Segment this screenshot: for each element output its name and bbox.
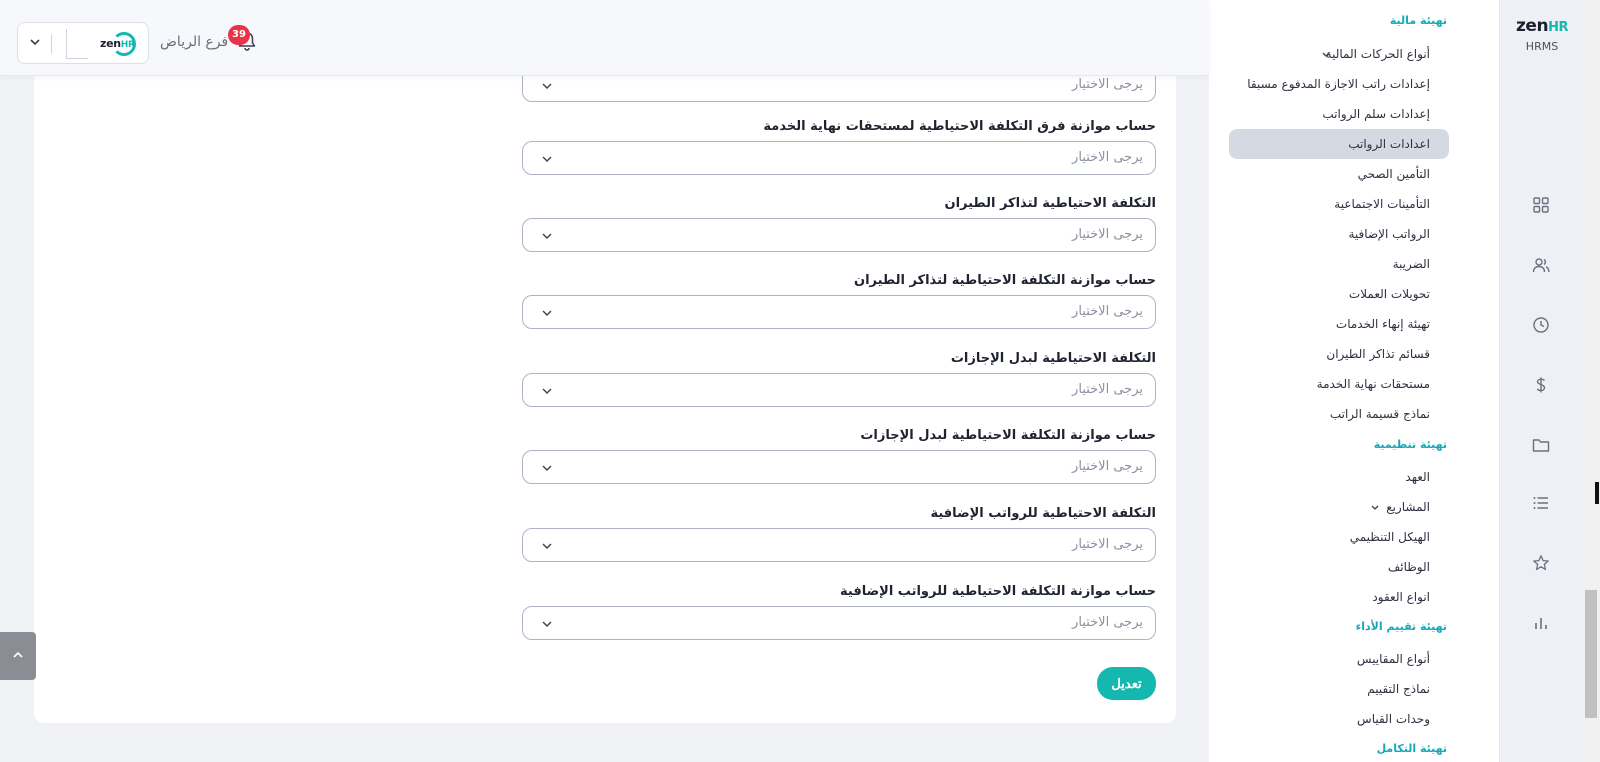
section-head-performance: تهيئة تقييم الأداء bbox=[1355, 620, 1447, 633]
text-cursor bbox=[1595, 482, 1599, 504]
avatar bbox=[66, 29, 88, 59]
field-label: حساب موازنة التكلفة الاحتياطية للرواتب ا… bbox=[840, 584, 1156, 599]
submenu-item[interactable]: التأمين الصحي bbox=[1358, 167, 1430, 181]
top-header: zenHR فرع الرياض 39 bbox=[0, 0, 1209, 76]
logo-text: zen bbox=[100, 37, 121, 50]
section-head-financial: تهيئة مالية bbox=[1389, 14, 1447, 27]
submenu-item[interactable]: تهيئة إنهاء الخدمات bbox=[1336, 317, 1430, 331]
chevron-up-icon bbox=[13, 651, 23, 658]
submenu-item[interactable]: مستحقات نهاية الخدمة bbox=[1317, 377, 1430, 391]
submenu-item[interactable]: الضريبة bbox=[1393, 257, 1430, 271]
submenu-item[interactable]: وحدات القياس bbox=[1357, 712, 1430, 726]
select-placeholder: يرجى الاختيار bbox=[1072, 304, 1143, 319]
edit-button[interactable]: تعديل bbox=[1097, 667, 1156, 700]
select-field[interactable]: يرجى الاختيار bbox=[522, 373, 1156, 407]
clock-icon[interactable] bbox=[1532, 316, 1550, 334]
select-placeholder: يرجى الاختيار bbox=[1072, 382, 1143, 397]
select-placeholder: يرجى الاختيار bbox=[1072, 150, 1143, 165]
submenu-item[interactable]: قسائم تذاكر الطيران bbox=[1326, 347, 1430, 361]
zenhr-logo: zenHR bbox=[1512, 16, 1572, 36]
company-logo: zenHR bbox=[100, 32, 142, 56]
chevron-down-icon bbox=[542, 543, 552, 549]
submenu-item[interactable]: المشاريع bbox=[1386, 500, 1430, 514]
submenu-item[interactable]: إعدادات سلم الرواتب bbox=[1322, 107, 1430, 121]
select-field[interactable]: يرجى الاختيار bbox=[522, 528, 1156, 562]
chevron-down-icon bbox=[542, 310, 552, 316]
field-label: التكلفة الاحتياطية لبدل الإجازات bbox=[950, 351, 1156, 366]
submenu-item[interactable]: الهيكل التنظيمي bbox=[1350, 530, 1430, 544]
select-placeholder: يرجى الاختيار bbox=[1072, 615, 1143, 630]
select-placeholder: يرجى الاختيار bbox=[1072, 227, 1143, 242]
submenu-item[interactable]: تحويلات العملات bbox=[1349, 287, 1430, 301]
chevron-down-icon bbox=[30, 39, 40, 46]
chevron-down-icon bbox=[542, 233, 552, 239]
select-placeholder: يرجى الاختيار bbox=[1072, 459, 1143, 474]
icon-rail: zenHR HRMS bbox=[1499, 0, 1582, 762]
section-head-org: تهيئة تنظيمية bbox=[1373, 438, 1447, 451]
chevron-down-icon bbox=[542, 621, 552, 627]
submenu-item-active[interactable]: اعدادات الرواتب bbox=[1348, 137, 1430, 151]
submenu-item[interactable]: نماذج قسيمة الراتب bbox=[1330, 407, 1430, 421]
submenu-item[interactable]: الرواتب الإضافية bbox=[1349, 227, 1431, 241]
branch-name[interactable]: فرع الرياض bbox=[160, 34, 228, 50]
divider bbox=[51, 34, 52, 54]
folder-icon[interactable] bbox=[1532, 436, 1550, 454]
settings-submenu: تهيئة مالية أنواع الحركات المالية إعدادا… bbox=[1209, 0, 1499, 762]
scrollbar-thumb[interactable] bbox=[1585, 590, 1597, 718]
scroll-to-top-button[interactable] bbox=[0, 632, 36, 680]
chevron-down-icon bbox=[542, 83, 552, 89]
list-icon[interactable] bbox=[1532, 494, 1550, 512]
select-placeholder: يرجى الاختيار bbox=[1072, 77, 1143, 92]
dashboard-icon[interactable] bbox=[1532, 196, 1550, 214]
chevron-down-icon[interactable] bbox=[1321, 50, 1331, 60]
select-field[interactable]: يرجى الاختيار bbox=[522, 450, 1156, 484]
chevron-down-icon bbox=[542, 388, 552, 394]
branch-selector[interactable]: zenHR bbox=[17, 22, 149, 64]
select-field[interactable]: يرجى الاختيار bbox=[522, 606, 1156, 640]
submenu-item[interactable]: إعدادات راتب الاجازة المدفوع مسبقا bbox=[1247, 77, 1430, 91]
submenu-item[interactable]: انواع العقود bbox=[1372, 590, 1430, 604]
field-label: حساب موازنة التكلفة الاحتياطية لبدل الإج… bbox=[860, 428, 1156, 443]
page-scrollbar[interactable] bbox=[1582, 0, 1600, 762]
field-label: حساب موازنة التكلفة الاحتياطية لتذاكر ال… bbox=[853, 273, 1156, 288]
select-field[interactable]: يرجى الاختيار bbox=[522, 295, 1156, 329]
logo-accent: HR bbox=[120, 40, 135, 50]
submenu-item[interactable]: الوظائف bbox=[1388, 560, 1430, 574]
section-head-integration: تهيئة التكامل bbox=[1376, 742, 1447, 755]
chevron-down-icon[interactable] bbox=[1370, 503, 1380, 513]
field-label: التكلفة الاحتياطية لتذاكر الطيران bbox=[944, 196, 1156, 211]
chevron-down-icon bbox=[542, 465, 552, 471]
dollar-icon[interactable] bbox=[1532, 376, 1550, 394]
bar-chart-icon[interactable] bbox=[1532, 614, 1550, 632]
product-name: HRMS bbox=[1525, 40, 1559, 53]
submenu-item[interactable]: التأمينات الاجتماعية bbox=[1334, 197, 1430, 211]
rail-logo-accent: HR bbox=[1548, 20, 1568, 35]
submenu-item[interactable]: نماذج التقييم bbox=[1367, 682, 1430, 696]
select-field[interactable]: يرجى الاختيار bbox=[522, 141, 1156, 175]
chevron-down-icon bbox=[542, 156, 552, 162]
rail-logo-text: zen bbox=[1516, 16, 1549, 36]
star-icon[interactable] bbox=[1532, 554, 1550, 572]
submenu-item[interactable]: أنواع المقاييس bbox=[1357, 652, 1430, 666]
users-icon[interactable] bbox=[1532, 256, 1550, 274]
field-label: حساب موازنة فرق التكلفة الاحتياطية لمستح… bbox=[763, 119, 1156, 134]
select-field[interactable]: يرجى الاختيار bbox=[522, 218, 1156, 252]
notification-badge[interactable]: 39 bbox=[228, 25, 250, 45]
submenu-item[interactable]: العهد bbox=[1405, 470, 1430, 484]
submenu-item[interactable]: أنواع الحركات المالية bbox=[1326, 47, 1430, 61]
field-label: التكلفة الاحتياطية للرواتب الإضافية bbox=[930, 506, 1156, 521]
select-placeholder: يرجى الاختيار bbox=[1072, 537, 1143, 552]
